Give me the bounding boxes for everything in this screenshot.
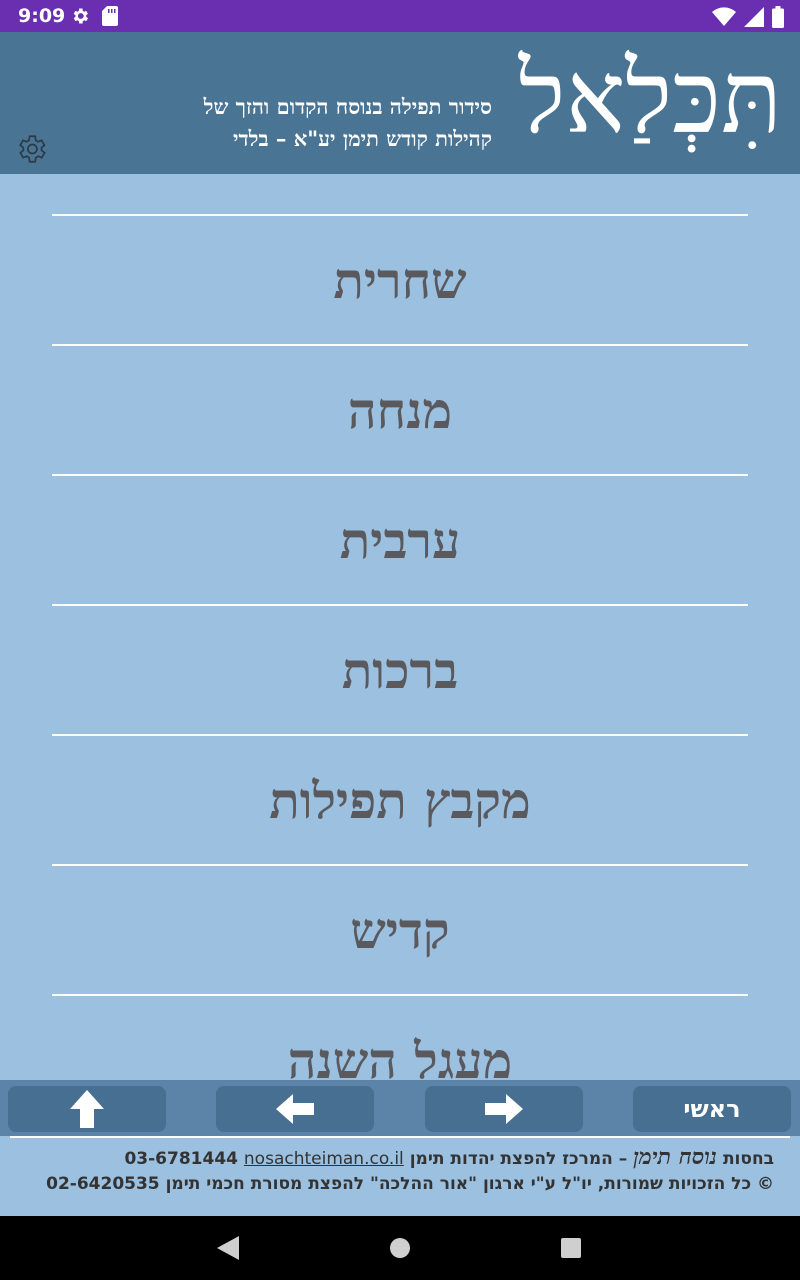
status-left-icons [70,6,118,26]
next-button[interactable] [425,1086,583,1132]
system-recents-button[interactable] [557,1234,585,1262]
menu-list: שחרית מנחה ערבית ברכות מקבץ תפילות קדיש … [52,214,748,1080]
footer-sponsor-line: בחסות נוסח תימן – המרכז להפצת יהדות תימן… [124,1144,774,1170]
settings-button[interactable] [14,132,48,166]
scroll-top-button[interactable] [8,1086,166,1132]
footer-rights-text: © כל הזכויות שמורות, יו"ל ע"י ארגון "אור… [165,1174,774,1194]
footer-brand: נוסח תימן [633,1144,718,1170]
footer-prefix: בחסות [722,1149,774,1169]
back-icon [217,1236,239,1260]
status-bar: 9:09 [0,0,800,32]
arrow-right-icon [485,1094,523,1124]
menu-item-yearly-cycle[interactable]: מעגל השנה [52,994,748,1080]
menu-item-kaddish[interactable]: קדיש [52,864,748,994]
sd-card-icon [102,6,118,26]
header-subtitle-line2: קהילות קודש תימן יע"א – בלדי [233,126,492,151]
menu-item-mincha[interactable]: מנחה [52,344,748,474]
signal-icon [744,7,764,27]
recents-icon [561,1238,581,1258]
status-time: 9:09 [18,5,66,27]
app-screen: 9:09 תִּכְּלַאל סידור תפילה בנוסח הקדום … [0,0,800,1280]
footer-rights-line: © כל הזכויות שמורות, יו"ל ע"י ארגון "אור… [46,1174,774,1194]
gear-icon [73,8,88,24]
system-home-button[interactable] [386,1234,414,1262]
menu-item-arvit[interactable]: ערבית [52,474,748,604]
menu-item-prayer-collection[interactable]: מקבץ תפילות [52,734,748,864]
footer-website-link[interactable]: nosachteiman.co.il [244,1149,404,1169]
prayer-menu[interactable]: שחרית מנחה ערבית ברכות מקבץ תפילות קדיש … [0,174,800,1080]
prev-button[interactable] [216,1086,374,1132]
arrow-up-icon [70,1090,104,1128]
home-button[interactable]: ראשי [633,1086,791,1132]
home-circle-icon [390,1238,410,1258]
header-subtitle-line1: סידור תפילה בנוסח הקדום והזך של [203,94,492,119]
status-right-icons [712,6,784,28]
footer-org-text: – המרכז להפצת יהדות תימן [409,1149,628,1169]
menu-item-shacharit[interactable]: שחרית [52,214,748,344]
footer-divider [10,1136,790,1138]
app-header: תִּכְּלַאל סידור תפילה בנוסח הקדום והזך … [0,32,800,174]
menu-item-brachot[interactable]: ברכות [52,604,748,734]
footer-phone1: 03-6781444 [124,1149,238,1169]
gear-icon [19,135,46,163]
arrow-left-icon [276,1094,314,1124]
bottom-nav-bar: ראשי [0,1080,800,1136]
system-back-button[interactable] [214,1234,242,1262]
system-nav-bar [0,1216,800,1280]
footer: בחסות נוסח תימן – המרכז להפצת יהדות תימן… [0,1136,800,1216]
footer-phone2: 02-6420535 [46,1174,160,1194]
app-logo: תִּכְּלַאל [518,39,782,156]
wifi-icon [712,7,736,27]
battery-icon [772,6,784,28]
